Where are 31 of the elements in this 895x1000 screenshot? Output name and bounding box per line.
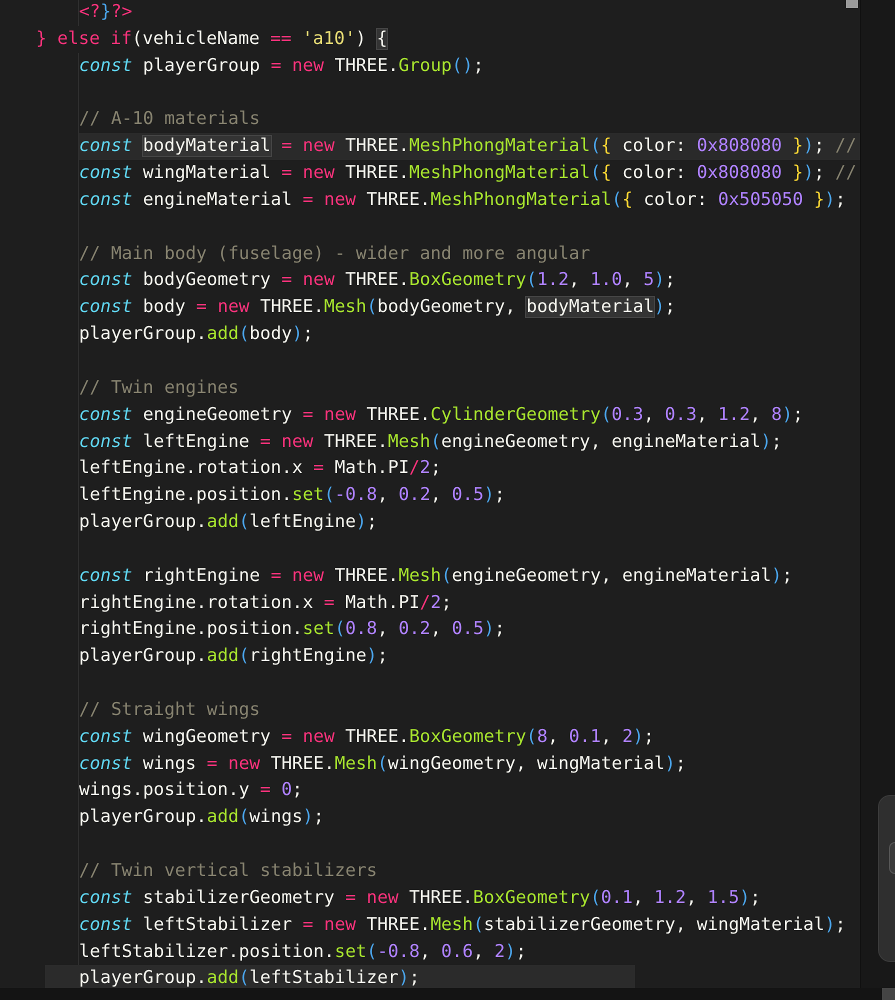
code-line: const playerGroup = new THREE.Group(); xyxy=(79,54,484,78)
code-line: // A-10 materials xyxy=(79,108,260,132)
code-line: const leftStabilizer = new THREE.Mesh(stabilizerGeometry, wingMaterial); xyxy=(79,914,846,937)
code-line: const wings = new THREE.Mesh(wingGeometry, wingMaterial); xyxy=(79,752,686,776)
code-line: // Twin engines xyxy=(79,376,239,400)
code-line: playerGroup.add(rightEngine); xyxy=(79,645,388,668)
code-line: leftStabilizer.position.set(-0.8, 0.6, 2); xyxy=(79,940,526,964)
code-line: const engineGeometry = new THREE.CylinderGeometry(0.3, 0.3, 1.2, 8); xyxy=(79,404,804,427)
code-line: const wingGeometry = new THREE.BoxGeometry(8, 0.1, 2); xyxy=(79,726,654,749)
code-line: playerGroup.add(wings); xyxy=(79,806,324,830)
code-line: const wingMaterial = new THREE.MeshPhongMaterial({ color: 0x808080 }); // xyxy=(79,162,856,186)
code-line: leftEngine.position.set(-0.8, 0.2, 0.5); xyxy=(79,484,506,508)
scrollbar-thumb[interactable] xyxy=(846,0,858,8)
code-line: playerGroup.add(body); xyxy=(79,323,314,346)
code-line: const stabilizerGeometry = new THREE.BoxGeometry(0.1, 1.2, 1.5); xyxy=(79,886,761,910)
code-line: rightEngine.rotation.x = Math.PI/2; xyxy=(79,592,452,615)
code-line: const body = new THREE.Mesh(bodyGeometry, bodyMaterial); xyxy=(79,296,676,320)
code-line: wings.position.y = 0; xyxy=(79,779,303,802)
code-line: leftEngine.rotation.x = Math.PI/2; xyxy=(79,457,442,480)
status-item[interactable] xyxy=(882,988,895,1000)
code-line: // Main body (fuselage) - wider and more angular xyxy=(79,242,590,266)
code-line: <?}?> xyxy=(79,1,132,24)
code-line: // Straight wings xyxy=(79,698,260,722)
code-line: const rightEngine = new THREE.Mesh(engineGeometry, engineMaterial); xyxy=(79,564,793,588)
code-line: const engineMaterial = new THREE.MeshPhongMaterial({ color: 0x505050 }); xyxy=(79,188,846,212)
code-line: const leftEngine = new THREE.Mesh(engineGeometry, engineMaterial); xyxy=(79,430,782,454)
code-line: rightEngine.position.set(0.8, 0.2, 0.5); xyxy=(79,618,506,642)
code-line: const bodyGeometry = new THREE.BoxGeometry(1.2, 1.0, 5); xyxy=(79,269,676,292)
code-line: playerGroup.add(leftEngine); xyxy=(79,511,378,534)
code-line: } else if(vehicleName == 'a10') { xyxy=(36,28,388,51)
code-line: // Twin vertical stabilizers xyxy=(79,860,378,883)
